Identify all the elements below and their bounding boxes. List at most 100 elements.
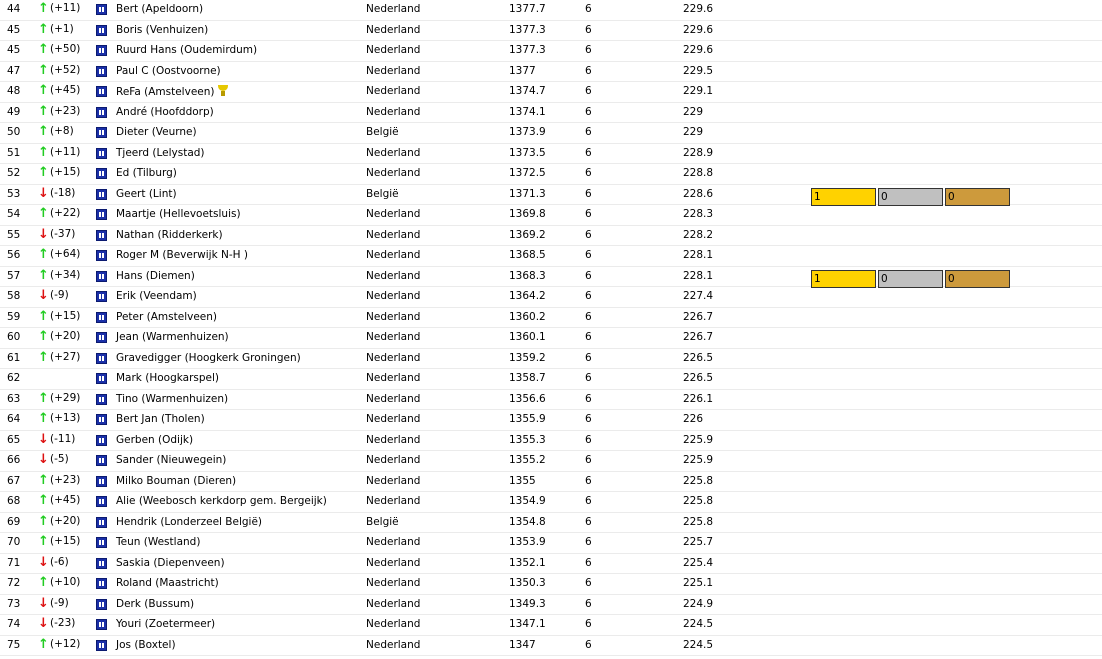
bronze-medal-count: 0 bbox=[945, 187, 1010, 206]
rank-trend: ↑ (+20) bbox=[38, 514, 80, 529]
flag-icon bbox=[96, 127, 107, 138]
arrow-up-icon: ↑ bbox=[38, 390, 49, 406]
rank-change: (+20) bbox=[50, 514, 81, 527]
games-played: 6 bbox=[585, 146, 592, 159]
rank-position: 75 bbox=[7, 638, 21, 651]
player-name-text: André (Hoofddorp) bbox=[116, 105, 214, 118]
average-score: 226.5 bbox=[683, 372, 714, 384]
table-row: 72 ↑ (+10) Roland (Maastricht) Nederland 1350… bbox=[0, 574, 1102, 595]
gold-medal-count: 1 bbox=[811, 269, 876, 288]
rank-position: 61 bbox=[7, 351, 21, 364]
rank-position: 62 bbox=[7, 372, 21, 384]
rank-change: (-23) bbox=[50, 617, 76, 629]
rank-trend: ↑ (+22) bbox=[38, 206, 80, 221]
games-played: 6 bbox=[585, 3, 592, 15]
player-name-text: Mark (Hoogkarspel) bbox=[116, 372, 219, 384]
table-row: 73 ↓ (-9) Derk (Bussum) Nederland 1349.3 6 224.… bbox=[0, 595, 1102, 615]
player-name: Milko Bouman (Dieren) bbox=[116, 475, 236, 487]
games-played: 6 bbox=[585, 413, 592, 425]
games-played: 6 bbox=[585, 351, 592, 364]
table-row: 67 ↑ (+23) Milko Bouman (Dieren) Nederland 13… bbox=[0, 472, 1102, 492]
flag-icon bbox=[96, 598, 107, 610]
flag-icon bbox=[96, 619, 107, 630]
rank-position: 52 bbox=[7, 167, 21, 179]
games-played: 6 bbox=[585, 433, 592, 446]
games-played: 6 bbox=[585, 597, 592, 610]
rank-trend: ↑ (+15) bbox=[38, 309, 80, 324]
rank-change: (-9) bbox=[50, 289, 69, 301]
rank-change: (+8) bbox=[50, 125, 74, 137]
player-country: Nederland bbox=[366, 556, 421, 569]
games-played: 6 bbox=[585, 392, 592, 405]
player-score: 1347.1 bbox=[509, 618, 546, 630]
rank-trend: ↑ (+23) bbox=[38, 104, 80, 119]
player-country: Nederland bbox=[366, 351, 421, 364]
arrow-up-icon: ↑ bbox=[38, 62, 49, 78]
games-played: 6 bbox=[585, 310, 592, 323]
arrow-up-icon: ↑ bbox=[38, 636, 49, 652]
rank-trend: ↑ (+15) bbox=[38, 165, 80, 180]
rank-trend: ↑ (+20) bbox=[38, 329, 80, 344]
average-score: 225.7 bbox=[683, 536, 714, 548]
player-score: 1371.3 bbox=[509, 187, 546, 200]
flag-icon bbox=[96, 373, 107, 384]
rank-position: 44 bbox=[7, 3, 21, 15]
average-score: 224.9 bbox=[683, 597, 714, 610]
player-name-text: Roger M (Beverwijk N-H ) bbox=[116, 249, 248, 261]
player-country: Nederland bbox=[366, 597, 421, 610]
rank-position: 66 bbox=[7, 454, 21, 466]
games-played: 6 bbox=[585, 474, 592, 487]
player-score: 1369.8 bbox=[509, 208, 546, 220]
rank-position: 56 bbox=[7, 249, 21, 261]
games-played: 6 bbox=[585, 536, 592, 548]
rank-position: 71 bbox=[7, 556, 21, 569]
rank-change: (+52) bbox=[50, 63, 81, 76]
rank-position: 53 bbox=[7, 187, 21, 200]
rank-change: (+15) bbox=[50, 166, 81, 178]
arrow-up-icon: ↑ bbox=[38, 103, 49, 119]
player-score: 1377.7 bbox=[509, 3, 546, 15]
player-name-text: Hans (Diemen) bbox=[116, 269, 195, 282]
arrow-up-icon: ↑ bbox=[38, 124, 49, 139]
player-score: 1360.1 bbox=[509, 331, 546, 343]
arrow-down-icon: ↓ bbox=[38, 595, 49, 611]
rank-change: (-9) bbox=[50, 596, 69, 609]
player-country: Nederland bbox=[366, 3, 421, 15]
ranking-table: 44 ↑ (+11) Bert (Apeldoorn) Nederland 1377.7 6… bbox=[0, 0, 1102, 656]
player-score: 1355.9 bbox=[509, 413, 546, 425]
player-name: Tino (Warmenhuizen) bbox=[116, 393, 228, 405]
player-name-text: Alie (Weebosch kerkdorp gem. Bergeijk) bbox=[116, 495, 327, 507]
player-score: 1359.2 bbox=[509, 351, 546, 364]
silver-medal-count: 0 bbox=[878, 269, 943, 288]
player-name-text: Jos (Boxtel) bbox=[116, 638, 176, 651]
rank-position: 63 bbox=[7, 392, 21, 405]
arrow-up-icon: ↑ bbox=[38, 42, 49, 57]
arrow-up-icon: ↑ bbox=[38, 329, 49, 344]
games-played: 6 bbox=[585, 23, 592, 36]
arrow-up-icon: ↑ bbox=[38, 247, 49, 262]
average-score: 225.9 bbox=[683, 433, 714, 446]
rank-trend: ↓ (-9) bbox=[38, 288, 69, 303]
player-name: Geert (Lint) bbox=[116, 188, 177, 200]
player-name: Saskia (Diepenveen) bbox=[116, 557, 225, 569]
rank-trend: ↓ (-23) bbox=[38, 616, 75, 631]
games-played: 6 bbox=[585, 44, 592, 56]
rank-trend: ↑ (+29) bbox=[38, 391, 80, 406]
rank-position: 49 bbox=[7, 105, 21, 118]
player-name-text: Jean (Warmenhuizen) bbox=[116, 331, 229, 343]
player-name-text: Bert (Apeldoorn) bbox=[116, 3, 204, 15]
table-row: 52 ↑ (+15) Ed (Tilburg) Nederland 1372.5 6 228.… bbox=[0, 164, 1102, 185]
rank-change: (-11) bbox=[50, 432, 76, 445]
player-country: België bbox=[366, 515, 399, 528]
arrow-up-icon: ↑ bbox=[38, 1, 49, 16]
rank-position: 57 bbox=[7, 269, 21, 282]
player-score: 1373.5 bbox=[509, 146, 546, 159]
player-country: Nederland bbox=[366, 44, 421, 56]
player-name: ReFa (Amstelveen) bbox=[116, 85, 228, 98]
player-name: Ruurd Hans (Oudemirdum) bbox=[116, 44, 257, 56]
player-name-text: Tjeerd (Lelystad) bbox=[116, 146, 205, 159]
rank-trend: ↓ (-5) bbox=[38, 452, 69, 467]
player-country: Nederland bbox=[366, 536, 421, 548]
table-row: 45 ↑ (+50) Ruurd Hans (Oudemirdum) Nederland… bbox=[0, 41, 1102, 62]
rank-trend: ↑ (+8) bbox=[38, 124, 74, 139]
